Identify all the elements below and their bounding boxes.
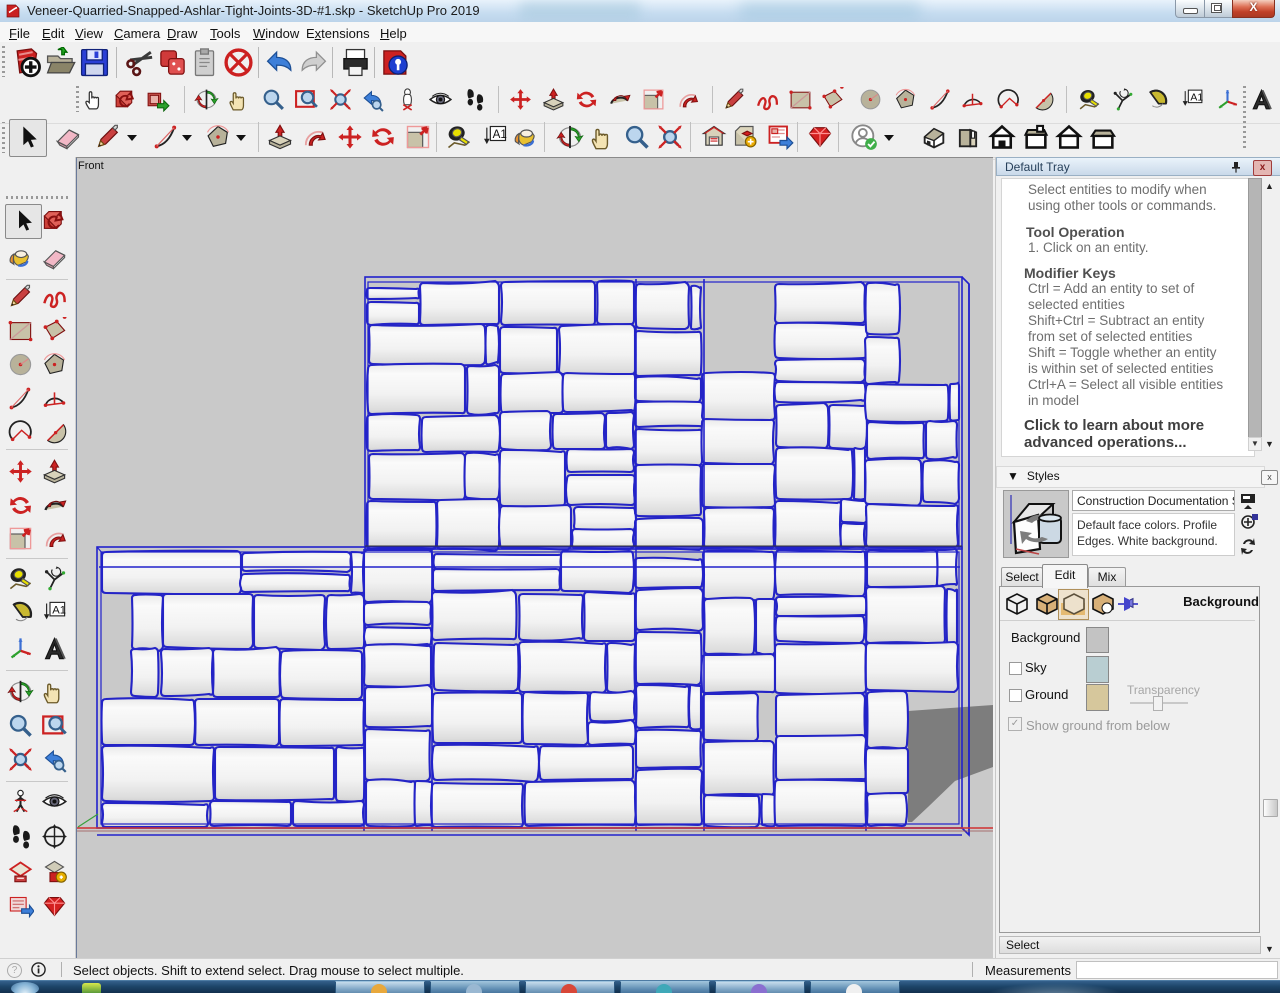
svg-text:A1: A1 — [52, 605, 66, 617]
svg-text:A1: A1 — [493, 128, 507, 141]
svg-text:A1: A1 — [1190, 93, 1203, 104]
